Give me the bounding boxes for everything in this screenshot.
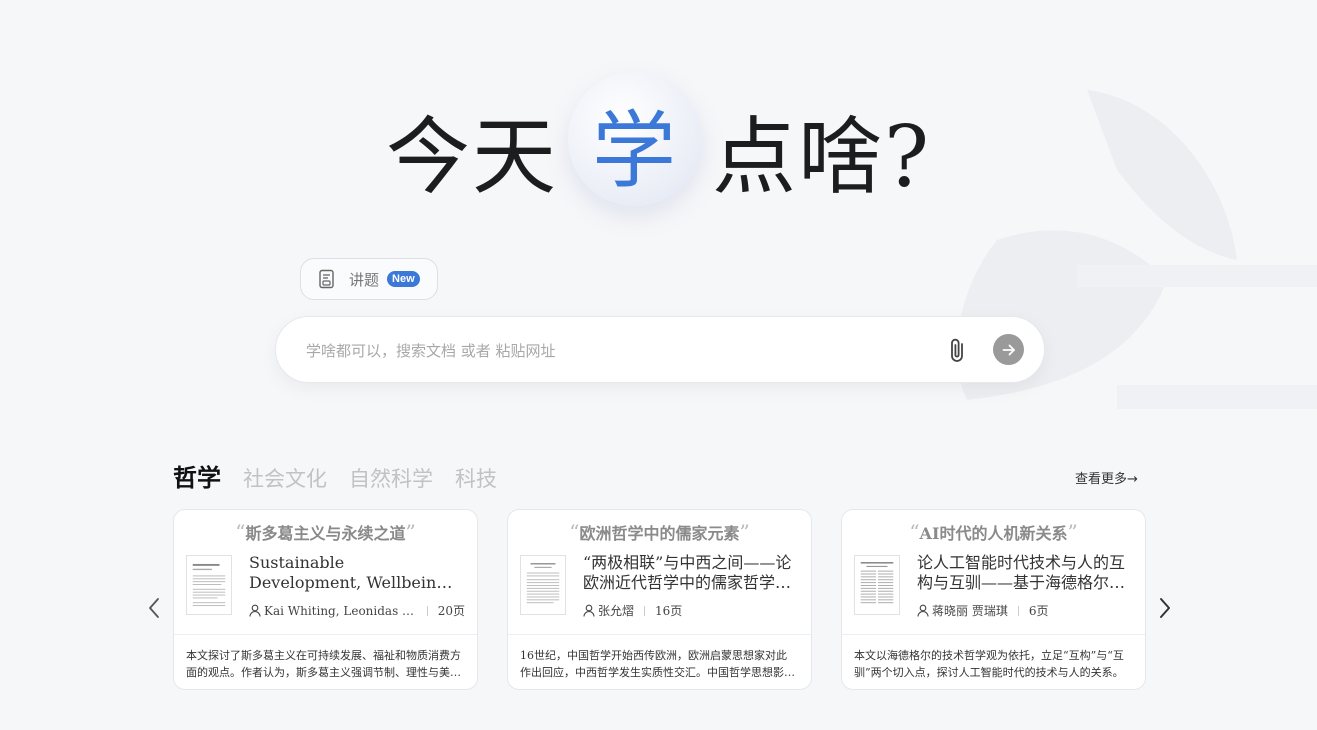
document-card[interactable]: “斯多葛主义与永续之道” Sustainable Development, We… [173,509,478,690]
card-authors: 张允熠 [598,604,635,618]
tab-social-culture[interactable]: 社会文化 [243,463,327,493]
hero-prefix: 今天 [385,108,558,206]
card-topic: “AI时代的人机新关系” [909,520,1078,544]
document-card[interactable]: “AI时代的人机新关系” 论人工智能时代技术与人的互构与互驯——基于海德格尔的技… [841,509,1146,690]
card-meta: 蒋晓丽 贾瑞琪 6页 [917,602,1133,619]
hero-suffix: 点啥? [711,108,932,206]
document-thumbnail [520,555,566,615]
card-topic: “欧洲哲学中的儒家元素” [569,520,750,544]
card-divider [174,634,477,635]
tab-philosophy[interactable]: 哲学 [173,458,221,493]
person-icon [917,604,929,617]
tab-technology[interactable]: 科技 [455,463,497,493]
card-title: “两极相联”与中西之间——论欧洲近代哲学中的儒家哲学元素 [583,553,792,592]
document-icon [319,269,334,289]
paperclip-icon[interactable] [946,337,970,365]
page-root: 今天 学 点啥? 讲题 New 哲学 社会文化 [0,0,1317,730]
chevron-right-icon[interactable] [1157,596,1173,620]
tab-natural-science[interactable]: 自然科学 [349,463,433,493]
view-more-link[interactable]: 查看更多→ [1075,468,1138,487]
card-authors: Kai Whiting, Leonidas Konstantakos [264,603,417,618]
new-badge: New [387,271,420,287]
card-summary: 16世纪，中国哲学开始西传欧洲，欧洲启蒙思想家对此作出回应，中西哲学发生实质性交… [520,649,795,679]
meta-divider [644,605,646,616]
card-title: Sustainable Development, Wellbeing and M… [249,553,447,592]
card-pages: 6页 [1028,604,1049,618]
chevron-left-icon[interactable] [146,596,162,620]
category-tabs: 哲学 社会文化 自然科学 科技 [173,458,497,493]
card-meta: 张允熠 16页 [583,602,799,619]
card-authors: 蒋晓丽 贾瑞琪 [932,604,1008,618]
search-bar [275,316,1045,383]
mode-chip-label: 讲题 [349,270,380,289]
mode-chip-explain[interactable]: 讲题 New [300,258,438,300]
card-summary: 本文探讨了斯多葛主义在可持续发展、福祉和物质消费方面的观点。作者认为，斯多葛主义… [186,649,461,679]
card-meta: Kai Whiting, Leonidas Konstantakos 20页 [249,602,465,619]
card-pages: 20页 [437,604,465,618]
meta-divider [426,605,428,616]
arrow-right-icon [1002,344,1015,355]
document-thumbnail [854,555,900,615]
search-input[interactable] [304,335,928,367]
hero-heading: 今天 学 点啥? [0,72,1317,228]
card-divider [842,634,1145,635]
hero-highlight: 学 [564,72,706,228]
meta-divider [1017,605,1019,616]
search-submit-button[interactable] [993,334,1024,365]
card-divider [508,634,811,635]
person-icon [583,604,595,617]
person-icon [249,604,261,617]
card-pages: 16页 [655,604,683,618]
card-title: 论人工智能时代技术与人的互构与互驯——基于海德格尔的技术哲学 [917,553,1126,592]
document-card[interactable]: “欧洲哲学中的儒家元素” “两极相联”与中西之间——论欧洲近代哲学中的儒家哲学元… [507,509,812,690]
card-summary: 本文以海德格尔的技术哲学观为依托，立足“互构”与“互驯”两个切入点，探讨人工智能… [854,649,1124,679]
card-topic: “斯多葛主义与永续之道” [235,520,416,544]
document-thumbnail [186,555,232,615]
hero-highlight-char: 学 [591,102,678,200]
